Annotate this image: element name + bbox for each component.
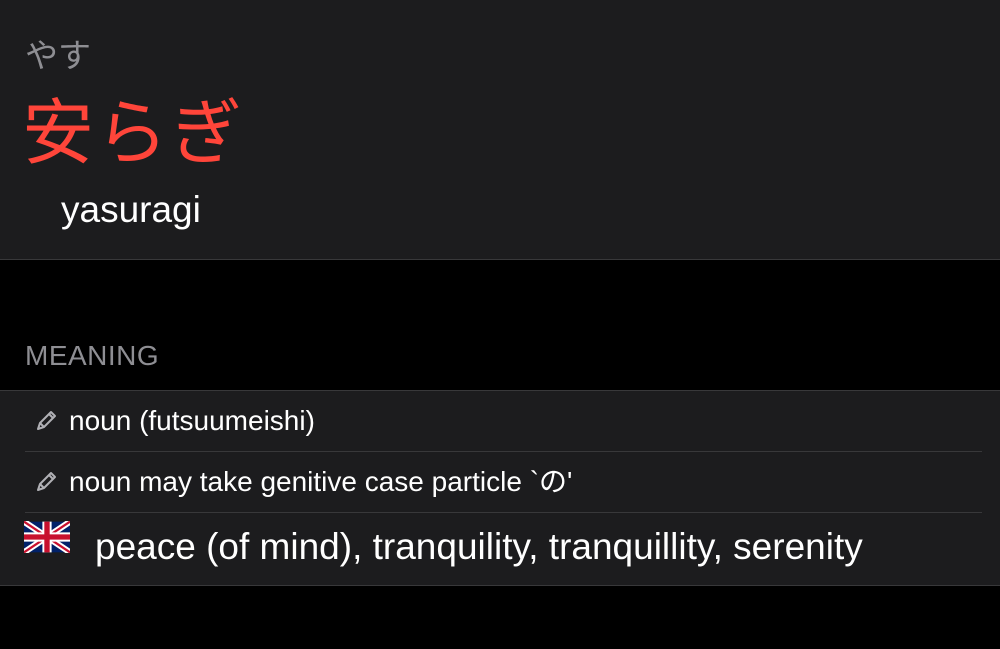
romaji-reading: yasuragi — [61, 189, 201, 230]
english-gloss: peace (of mind), tranquility, tranquilli… — [95, 526, 863, 567]
uk-flag-icon — [22, 519, 72, 555]
meaning-list: noun (futsuumeishi) noun may take geniti… — [0, 390, 1000, 586]
pencil-icon — [33, 408, 59, 434]
kana-reading: やす — [25, 36, 91, 75]
japanese-word: 安らぎ — [22, 91, 245, 175]
part-of-speech-label: noun (futsuumeishi) — [69, 405, 315, 436]
pencil-icon — [33, 469, 59, 495]
section-header-meaning: MEANING — [25, 340, 160, 371]
list-item: noun (futsuumeishi) — [0, 391, 1000, 452]
word-header-card: やす 安らぎ yasuragi — [0, 0, 1000, 260]
list-item: noun may take genitive case particle `の' — [0, 452, 1000, 513]
part-of-speech-label: noun may take genitive case particle `の' — [69, 466, 573, 497]
gloss-row: peace (of mind), tranquility, tranquilli… — [0, 513, 1000, 585]
